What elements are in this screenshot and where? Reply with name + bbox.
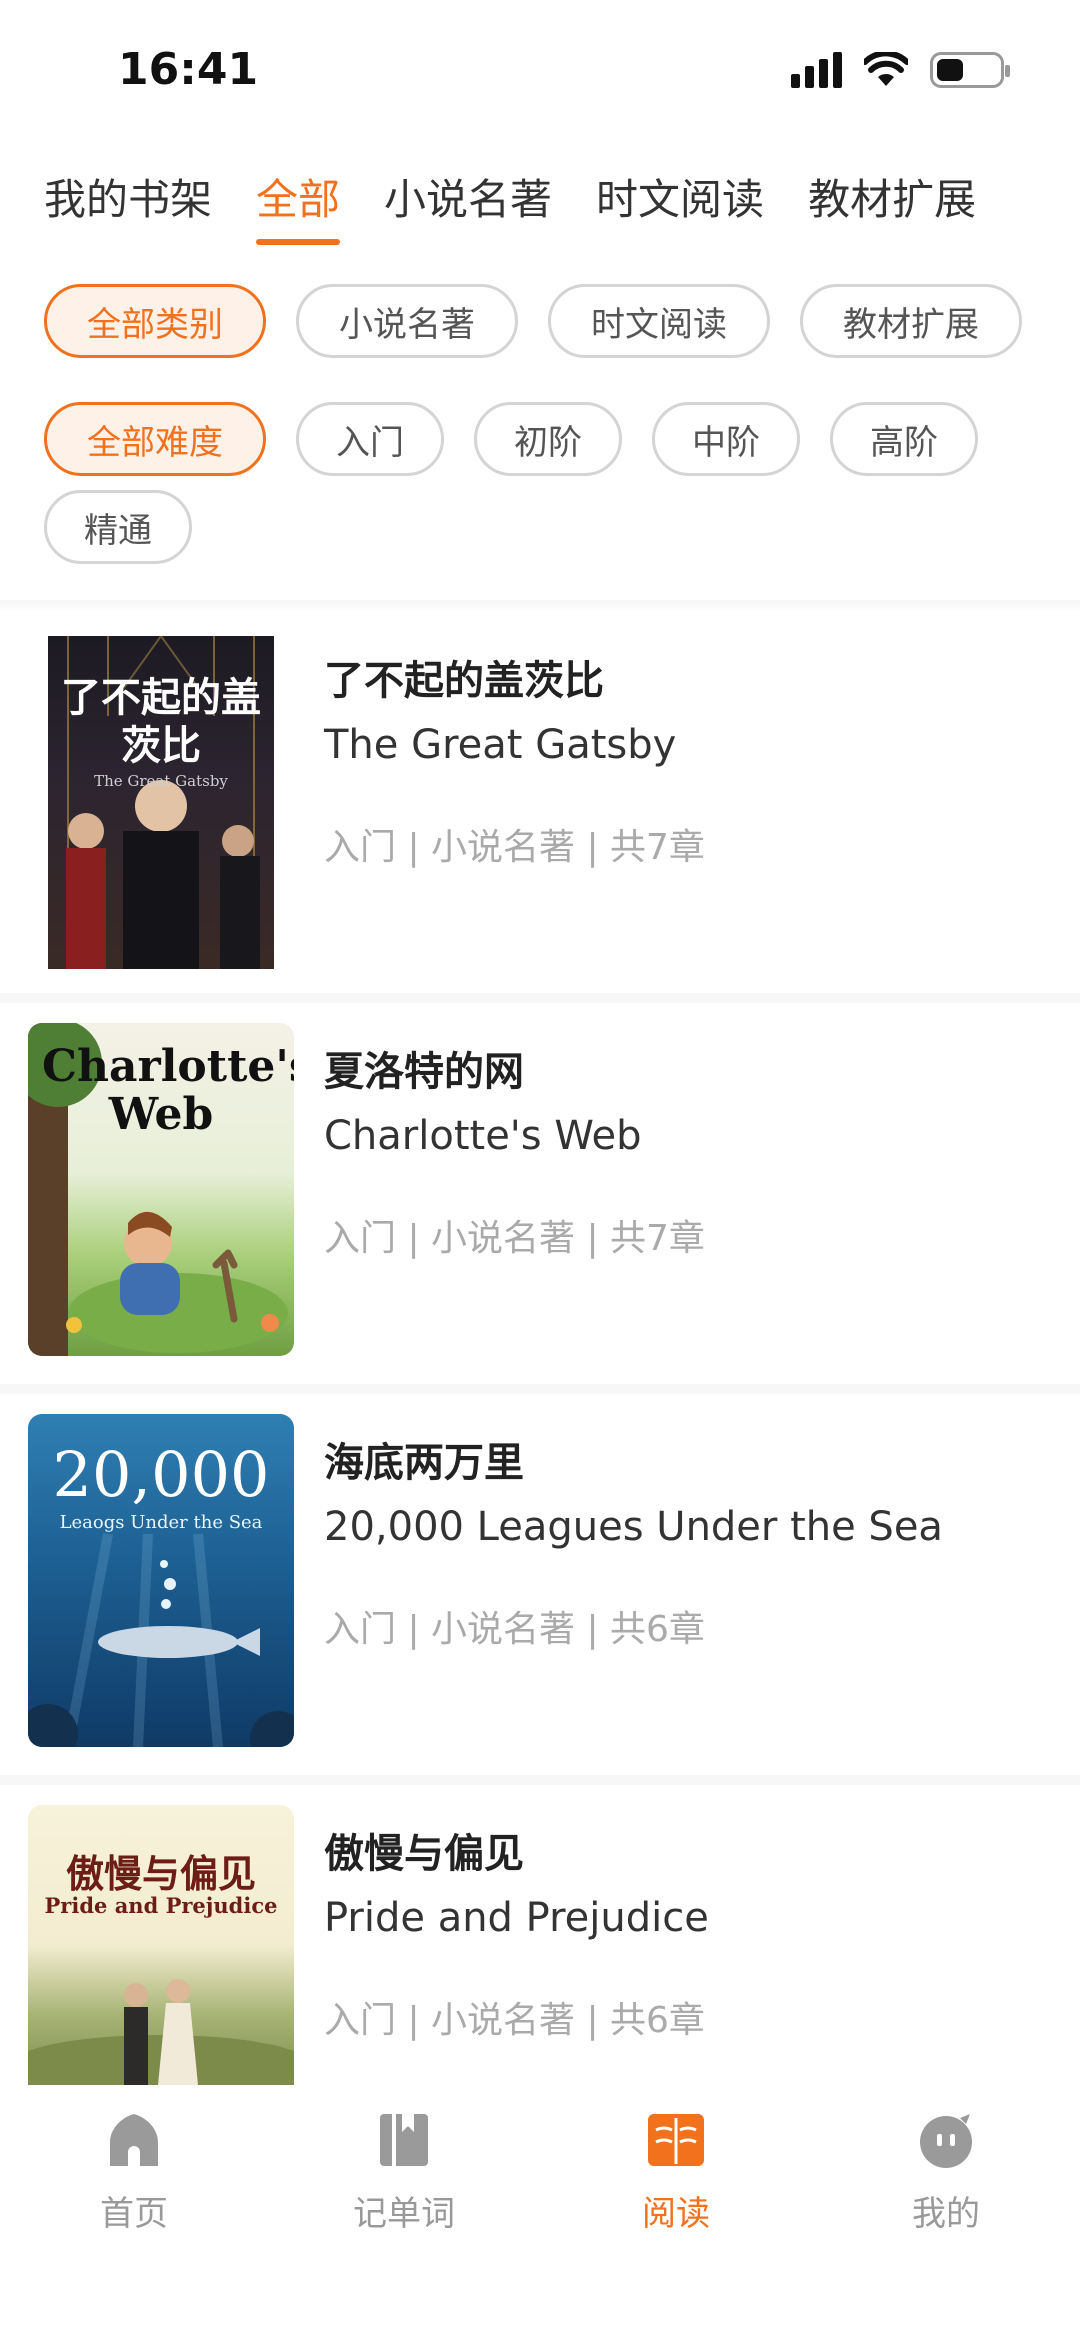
tab-label: 记单词 — [353, 2194, 455, 2234]
profile-icon — [920, 2114, 972, 2168]
cover-title: Charlotte's Web — [42, 1041, 294, 1140]
bottom-tab-bar: 首页 记单词 阅读 我的 — [0, 2086, 1080, 2337]
book-list: 了不起的盖茨比 The Great Gatsby 了不起的盖茨比 The Gre… — [0, 612, 1080, 2176]
tab-profile[interactable]: 我的 — [846, 2108, 1046, 2235]
cover-subtitle: Leaogs Under the Sea — [59, 1512, 263, 1533]
book-meta: 入门 | 小说名著 | 共6章 — [324, 2000, 705, 2041]
book-title-en: Pride and Prejudice — [324, 1895, 709, 1941]
section-divider — [0, 600, 1080, 612]
book-title-en: Charlotte's Web — [324, 1113, 642, 1159]
book-cover: Charlotte's Web — [28, 1023, 294, 1356]
cover-title: 了不起的盖茨比 — [61, 675, 261, 769]
tab-vocabulary[interactable]: 记单词 — [304, 2108, 504, 2235]
book-title-cn: 夏洛特的网 — [324, 1049, 524, 1095]
tab-label: 阅读 — [642, 2194, 710, 2234]
top-tabs: 我的书架 全部 小说名著 时文阅读 教材扩展 — [44, 160, 1020, 245]
status-bar: 16:41 — [0, 0, 1080, 140]
book-meta: 入门 | 小说名著 | 共7章 — [324, 1218, 705, 1259]
chip-proficient[interactable]: 精通 — [44, 490, 192, 564]
book-item-charlottes-web[interactable]: Charlotte's Web 夏洛特的网 Charlotte's Web 入门… — [0, 1003, 1080, 1394]
book-icon — [380, 2114, 428, 2166]
chip-elementary[interactable]: 初阶 — [474, 402, 622, 476]
cover-subtitle: Pride and Prejudice — [44, 1893, 278, 1918]
book-meta: 入门 | 小说名著 | 共6章 — [324, 1609, 705, 1650]
open-book-icon — [648, 2114, 704, 2166]
wifi-icon — [864, 52, 908, 86]
chip-current-reading[interactable]: 时文阅读 — [548, 284, 770, 358]
book-meta: 入门 | 小说名著 | 共7章 — [324, 827, 705, 868]
book-title-cn: 海底两万里 — [324, 1440, 524, 1486]
book-cover: 傲慢与偏见 Pride and Prejudice — [28, 1805, 294, 2085]
difficulty-filter: 全部难度 入门 初阶 中阶 高阶 精通 — [44, 402, 1044, 564]
book-title-cn: 傲慢与偏见 — [324, 1831, 524, 1877]
tab-reading[interactable]: 阅读 — [576, 2108, 776, 2235]
tab-all[interactable]: 全部 — [256, 160, 341, 245]
book-title-en: The Great Gatsby — [324, 722, 677, 768]
tab-current-reading[interactable]: 时文阅读 — [596, 160, 764, 227]
tab-label: 我的 — [912, 2194, 980, 2234]
chip-intermediate[interactable]: 中阶 — [652, 402, 800, 476]
tab-label: 首页 — [100, 2194, 168, 2234]
battery-icon — [930, 52, 1010, 88]
tab-home[interactable]: 首页 — [34, 2108, 234, 2235]
book-title-cn: 了不起的盖茨比 — [324, 658, 604, 704]
chip-novels[interactable]: 小说名著 — [296, 284, 518, 358]
tab-textbook-extension[interactable]: 教材扩展 — [808, 160, 976, 227]
book-cover: 20,000 Leaogs Under the Sea — [28, 1414, 294, 1747]
chip-all-difficulty[interactable]: 全部难度 — [44, 402, 266, 476]
status-icons — [791, 52, 1010, 88]
book-cover: 了不起的盖茨比 The Great Gatsby — [48, 636, 274, 969]
chip-advanced[interactable]: 高阶 — [830, 402, 978, 476]
chip-beginner[interactable]: 入门 — [296, 402, 444, 476]
tab-novels[interactable]: 小说名著 — [384, 160, 552, 227]
book-title-en: 20,000 Leagues Under the Sea — [324, 1504, 943, 1550]
signal-icon — [791, 52, 842, 88]
home-icon — [110, 2114, 158, 2166]
status-time: 16:41 — [118, 44, 259, 95]
book-item-great-gatsby[interactable]: 了不起的盖茨比 The Great Gatsby 了不起的盖茨比 The Gre… — [0, 612, 1080, 1003]
tab-my-bookshelf[interactable]: 我的书架 — [44, 160, 212, 227]
book-item-20000-leagues[interactable]: 20,000 Leaogs Under the Sea 海底两万里 20,000… — [0, 1394, 1080, 1785]
chip-textbook-extension[interactable]: 教材扩展 — [800, 284, 1022, 358]
category-filter: 全部类别 小说名著 时文阅读 教材扩展 — [44, 284, 1044, 358]
cover-title: 傲慢与偏见 — [65, 1852, 256, 1896]
cover-title: 20,000 — [52, 1438, 270, 1511]
cover-subtitle: The Great Gatsby — [94, 772, 228, 790]
chip-all-categories[interactable]: 全部类别 — [44, 284, 266, 358]
